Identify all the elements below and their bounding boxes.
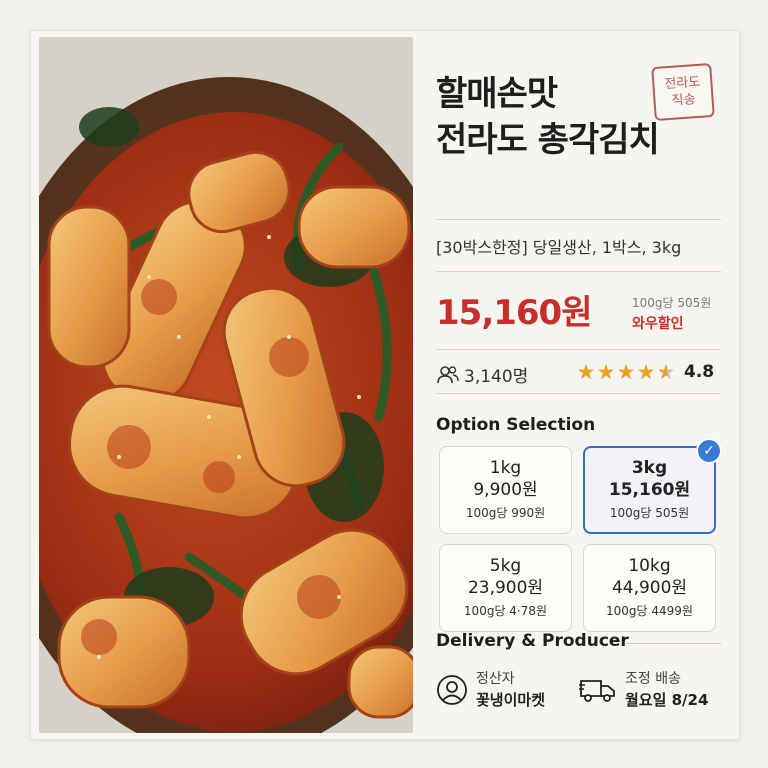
divider bbox=[436, 219, 721, 220]
product-title-line1: 할매손맛 bbox=[436, 74, 558, 114]
option-price: 23,900원 bbox=[467, 578, 544, 598]
sale-price: 15,160원 bbox=[436, 293, 592, 333]
option-unit-price: 100g당 990원 bbox=[465, 506, 546, 520]
user-circle-icon bbox=[437, 675, 467, 705]
option-unit-price: 100g당 505원 bbox=[609, 506, 690, 520]
divider bbox=[626, 643, 721, 644]
option-3kg[interactable]: 3kg 15,160원 100g당 505원 ✓ bbox=[583, 438, 722, 534]
product-title: 할매손맛 전라도 총각김치 bbox=[436, 71, 660, 163]
option-weight: 1kg bbox=[489, 458, 522, 478]
buyer-count-value: 3,140명 bbox=[464, 367, 529, 387]
origin-stamp: 전라도 직송 bbox=[651, 62, 715, 122]
producer-label: 정산자 bbox=[476, 671, 515, 687]
product-title-line2: 전라도 총각김치 bbox=[436, 120, 660, 160]
option-10kg[interactable]: 10kg 44,900원 100g당 4499원 bbox=[583, 544, 716, 632]
product-subtitle: [30박스한정] 당일생산, 1박스, 3kg bbox=[436, 238, 682, 257]
delivery-section-title: Delivery & Producer bbox=[436, 631, 629, 651]
option-5kg[interactable]: 5kg 23,900원 100g당 4·78원 bbox=[439, 544, 572, 632]
shipping-info: 조정 배송 월요일 8/24 bbox=[579, 669, 708, 711]
product-info-panel: 할매손맛 전라도 총각김치 전라도 직송 [30박스한정] 당일생산, 1박스,… bbox=[436, 31, 731, 739]
star-icon: ★ bbox=[636, 360, 656, 384]
star-half-icon: ★ bbox=[656, 360, 676, 384]
kimchi-bowl-image bbox=[39, 37, 413, 733]
option-price: 44,900원 bbox=[611, 578, 688, 598]
divider bbox=[436, 349, 721, 350]
producer-name: 꽃냉이마켓 bbox=[476, 691, 546, 709]
divider bbox=[436, 271, 721, 272]
option-price: 9,900원 bbox=[473, 480, 538, 500]
option-weight: 3kg bbox=[631, 458, 668, 478]
option-weight: 5kg bbox=[489, 556, 522, 576]
buyer-count: 3,140명 bbox=[436, 362, 528, 387]
check-icon: ✓ bbox=[696, 438, 722, 464]
stamp-line2: 직송 bbox=[671, 92, 697, 109]
producer-info: 정산자 꽃냉이마켓 bbox=[436, 669, 545, 711]
rating: ★ ★ ★ ★ ★ 4.8 bbox=[576, 360, 715, 384]
option-price: 15,160원 bbox=[608, 480, 691, 500]
option-1kg[interactable]: 1kg 9,900원 100g당 990원 bbox=[439, 446, 572, 534]
option-weight: 10kg bbox=[628, 556, 671, 576]
option-section-title: Option Selection bbox=[436, 415, 596, 435]
shipping-label: 조정 배송 bbox=[625, 671, 681, 687]
option-unit-price: 100g당 4·78원 bbox=[463, 604, 548, 618]
divider bbox=[436, 393, 721, 394]
discount-badge: 와우할인 bbox=[632, 316, 684, 332]
star-icon: ★ bbox=[596, 360, 616, 384]
truck-icon bbox=[579, 680, 615, 702]
rating-value: 4.8 bbox=[684, 362, 715, 382]
unit-price: 100g당 505원 bbox=[632, 296, 712, 310]
users-icon bbox=[437, 365, 459, 383]
shipping-date: 월요일 8/24 bbox=[625, 691, 709, 709]
product-card: 할매손맛 전라도 총각김치 전라도 직송 [30박스한정] 당일생산, 1박스,… bbox=[30, 30, 740, 740]
star-icon: ★ bbox=[616, 360, 636, 384]
star-icon: ★ bbox=[576, 360, 596, 384]
option-unit-price: 100g당 4499원 bbox=[606, 604, 693, 618]
product-photo bbox=[39, 37, 413, 733]
